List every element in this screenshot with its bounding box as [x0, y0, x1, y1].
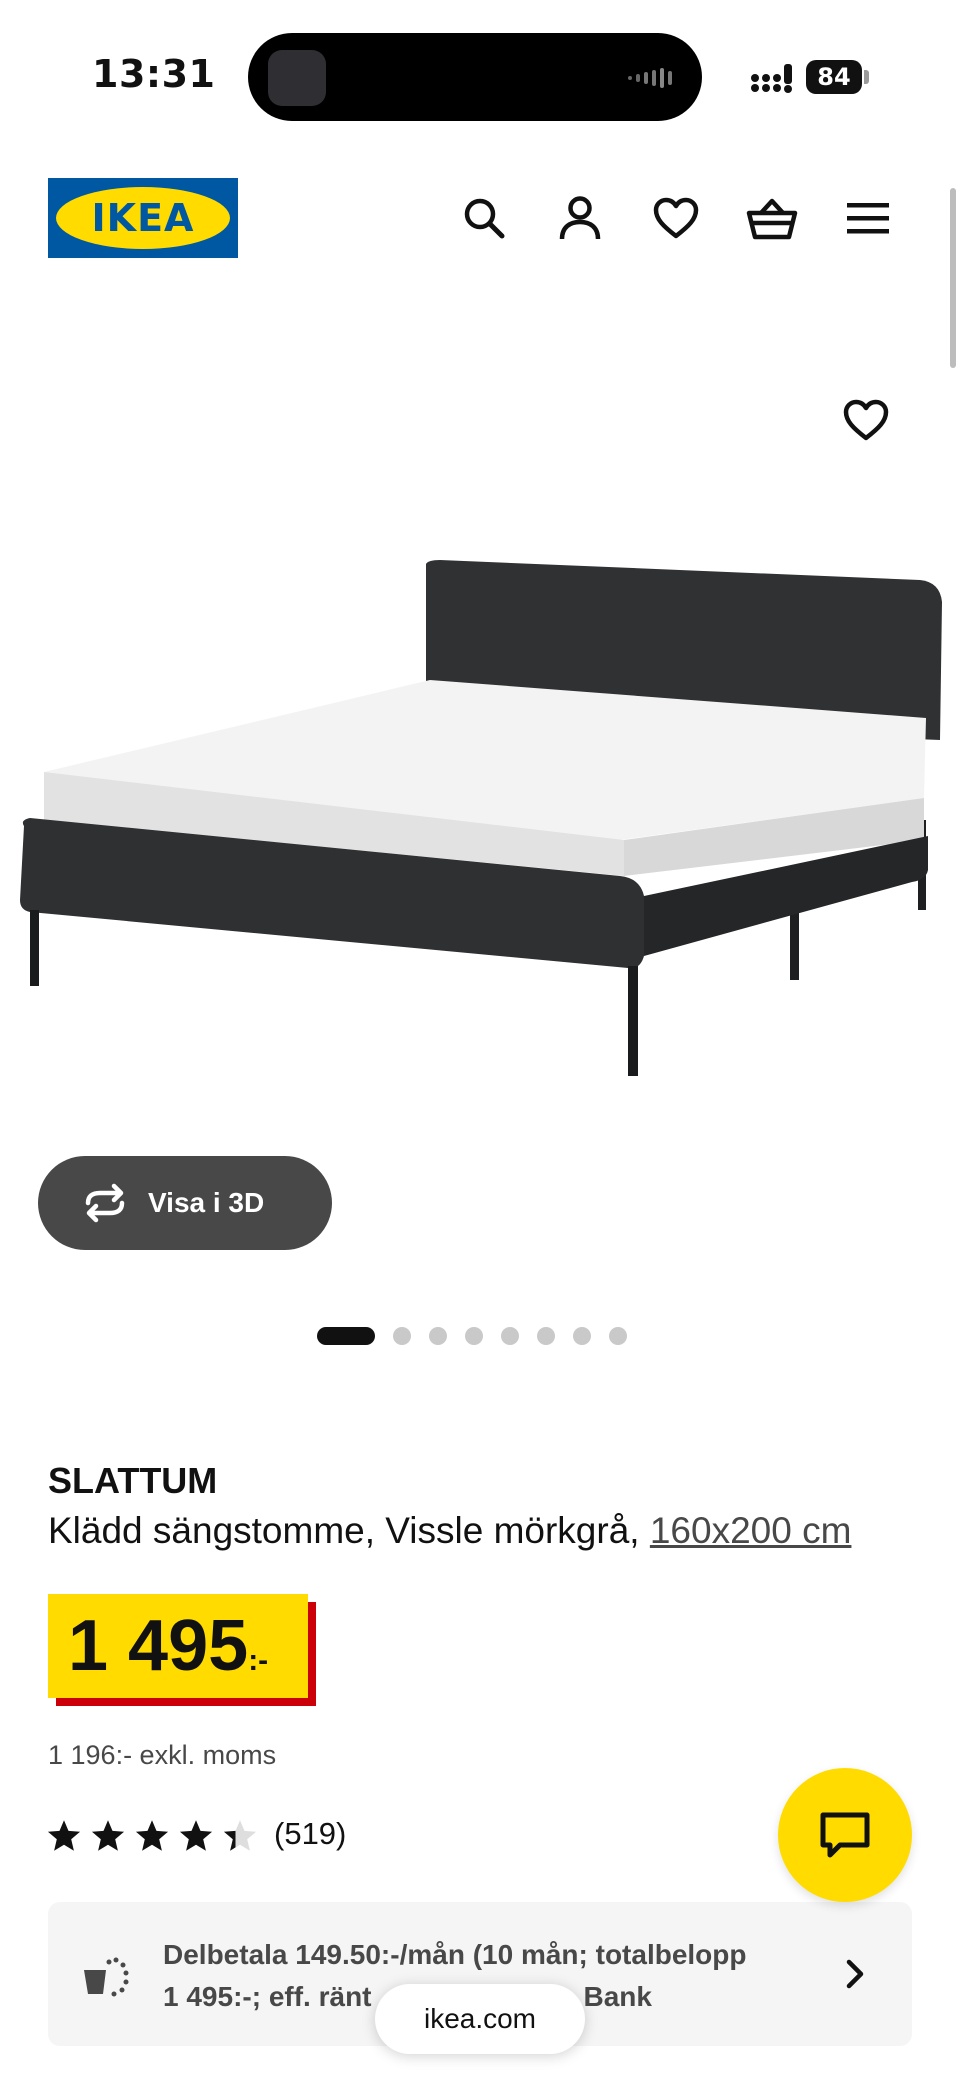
- search-icon[interactable]: [452, 186, 516, 250]
- product-image-bed[interactable]: [0, 540, 960, 1100]
- chevron-right-icon[interactable]: [840, 1956, 870, 1992]
- logo-text: IKEA: [91, 196, 195, 240]
- add-to-favourites-heart-icon[interactable]: [836, 390, 896, 450]
- cellular-signal-icon: [751, 64, 792, 93]
- gallery-dot-6[interactable]: [537, 1327, 555, 1345]
- page-scrollbar[interactable]: [950, 188, 956, 368]
- audio-wave-icon: [628, 68, 672, 88]
- price-tag: 1 495 :-: [48, 1594, 308, 1698]
- heart-icon[interactable]: [644, 186, 708, 250]
- star-half-icon: [223, 1820, 257, 1851]
- installment-line-2-start: 1 495:-; eff. ränt: [163, 1981, 372, 2012]
- gallery-dot-4[interactable]: [465, 1327, 483, 1345]
- view-in-3d-button[interactable]: Visa i 3D: [38, 1156, 332, 1250]
- gallery-dot-8[interactable]: [609, 1327, 627, 1345]
- star-full-icon: [179, 1820, 213, 1851]
- gallery-pagination[interactable]: [317, 1326, 627, 1346]
- chat-button[interactable]: [778, 1768, 912, 1902]
- gallery-dot-1[interactable]: [317, 1327, 375, 1345]
- price-excluding-vat: 1 196:- exkl. moms: [48, 1740, 277, 1770]
- chat-bubble-icon: [820, 1812, 870, 1858]
- battery-tip: [864, 70, 869, 84]
- rotate-3d-icon: [85, 1183, 125, 1223]
- star-full-icon: [47, 1820, 81, 1851]
- gallery-dot-3[interactable]: [429, 1327, 447, 1345]
- product-description-text: Klädd sängstomme, Vissle mörkgrå,: [48, 1510, 650, 1551]
- menu-icon[interactable]: [836, 186, 900, 250]
- installment-line-1: Delbetala 149.50:-/mån (10 mån; totalbel…: [163, 1939, 747, 1970]
- installment-payment-icon: [84, 1957, 129, 1997]
- status-time: 13:31: [92, 52, 216, 96]
- view-in-3d-label: Visa i 3D: [148, 1187, 265, 1218]
- basket-icon[interactable]: [740, 186, 804, 250]
- gallery-dot-2[interactable]: [393, 1327, 411, 1345]
- rating-stars[interactable]: [46, 1818, 258, 1854]
- gallery-dot-5[interactable]: [501, 1327, 519, 1345]
- price-suffix: :-: [248, 1644, 269, 1677]
- gallery-dot-7[interactable]: [573, 1327, 591, 1345]
- product-name: SLATTUM: [48, 1460, 218, 1501]
- star-full-icon: [135, 1820, 169, 1851]
- product-size-link[interactable]: 160x200 cm: [650, 1510, 852, 1551]
- now-playing-thumbnail: [268, 50, 326, 106]
- browser-url-pill[interactable]: ikea.com: [375, 1984, 585, 2054]
- logo-oval: IKEA: [56, 187, 230, 249]
- user-icon[interactable]: [548, 186, 612, 250]
- price-value: 1 495: [68, 1606, 249, 1686]
- ikea-logo[interactable]: IKEA: [48, 178, 238, 258]
- battery-indicator: 84: [806, 60, 862, 94]
- review-count[interactable]: (519): [274, 1816, 346, 1852]
- product-description: Klädd sängstomme, Vissle mörkgrå, 160x20…: [48, 1510, 851, 1552]
- star-full-icon: [91, 1820, 125, 1851]
